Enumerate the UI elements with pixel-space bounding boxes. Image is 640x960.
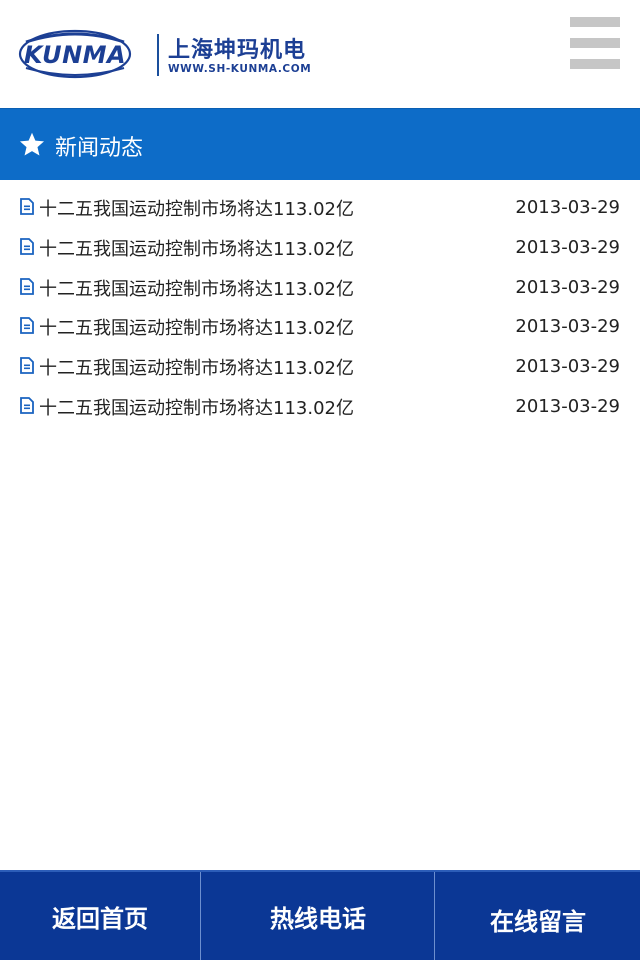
news-date: 2013-03-29 bbox=[515, 276, 620, 298]
document-icon bbox=[20, 317, 34, 335]
news-title[interactable]: 十二五我国运动控制市场将达113.02亿 bbox=[39, 394, 354, 420]
kunma-logo-mark: KUNMA bbox=[18, 29, 132, 79]
list-item[interactable]: 十二五我国运动控制市场将达113.02亿 2013-03-29 bbox=[0, 268, 640, 308]
list-item[interactable]: 十二五我国运动控制市场将达113.02亿 2013-03-29 bbox=[0, 228, 640, 268]
list-item[interactable]: 十二五我国运动控制市场将达113.02亿 2013-03-29 bbox=[0, 307, 640, 347]
hamburger-icon[interactable] bbox=[570, 17, 620, 69]
message-button[interactable]: 在线留言 bbox=[436, 872, 640, 960]
logo[interactable]: KUNMA 上海坤玛机电 WWW.SH-KUNMA.COM bbox=[18, 28, 312, 82]
logo-company-name: 上海坤玛机电 bbox=[168, 38, 307, 63]
list-item[interactable]: 十二五我国运动控制市场将达113.02亿 2013-03-29 bbox=[0, 387, 640, 427]
menu-bar bbox=[570, 59, 620, 69]
hotline-button[interactable]: 热线电话 bbox=[202, 872, 434, 960]
news-title[interactable]: 十二五我国运动控制市场将达113.02亿 bbox=[39, 354, 354, 380]
section-header: 新闻动态 bbox=[0, 108, 640, 180]
list-item[interactable]: 十二五我国运动控制市场将达113.02亿 2013-03-29 bbox=[0, 188, 640, 228]
news-date: 2013-03-29 bbox=[515, 316, 620, 338]
home-button[interactable]: 返回首页 bbox=[0, 872, 200, 960]
nav-divider bbox=[200, 872, 201, 960]
list-item[interactable]: 十二五我国运动控制市场将达113.02亿 2013-03-29 bbox=[0, 347, 640, 387]
news-date: 2013-03-29 bbox=[515, 356, 620, 378]
nav-divider bbox=[434, 872, 435, 960]
menu-bar bbox=[570, 17, 620, 27]
document-icon bbox=[20, 357, 34, 375]
news-date: 2013-03-29 bbox=[515, 197, 620, 218]
section-title: 新闻动态 bbox=[55, 136, 144, 161]
logo-website: WWW.SH-KUNMA.COM bbox=[168, 63, 312, 75]
header: KUNMA 上海坤玛机电 WWW.SH-KUNMA.COM bbox=[0, 0, 640, 108]
logo-divider bbox=[157, 34, 159, 76]
bottom-nav: 返回首页 热线电话 在线留言 bbox=[0, 870, 640, 960]
star-icon bbox=[19, 132, 45, 156]
document-icon bbox=[20, 237, 34, 255]
news-list: 十二五我国运动控制市场将达113.02亿 2013-03-29 十二五我国运动控… bbox=[0, 188, 640, 427]
news-date: 2013-03-29 bbox=[515, 395, 620, 417]
news-date: 2013-03-29 bbox=[515, 236, 620, 258]
news-title[interactable]: 十二五我国运动控制市场将达113.02亿 bbox=[39, 275, 354, 301]
news-title[interactable]: 十二五我国运动控制市场将达113.02亿 bbox=[39, 314, 354, 340]
menu-bar bbox=[570, 38, 620, 48]
document-icon bbox=[20, 198, 34, 215]
page: KUNMA 上海坤玛机电 WWW.SH-KUNMA.COM 新闻动态 十二五我国… bbox=[0, 0, 640, 960]
document-icon bbox=[20, 397, 34, 414]
news-title[interactable]: 十二五我国运动控制市场将达113.02亿 bbox=[39, 235, 354, 261]
news-title[interactable]: 十二五我国运动控制市场将达113.02亿 bbox=[39, 195, 354, 221]
logo-mark-text: KUNMA bbox=[24, 41, 126, 69]
document-icon bbox=[20, 277, 34, 295]
